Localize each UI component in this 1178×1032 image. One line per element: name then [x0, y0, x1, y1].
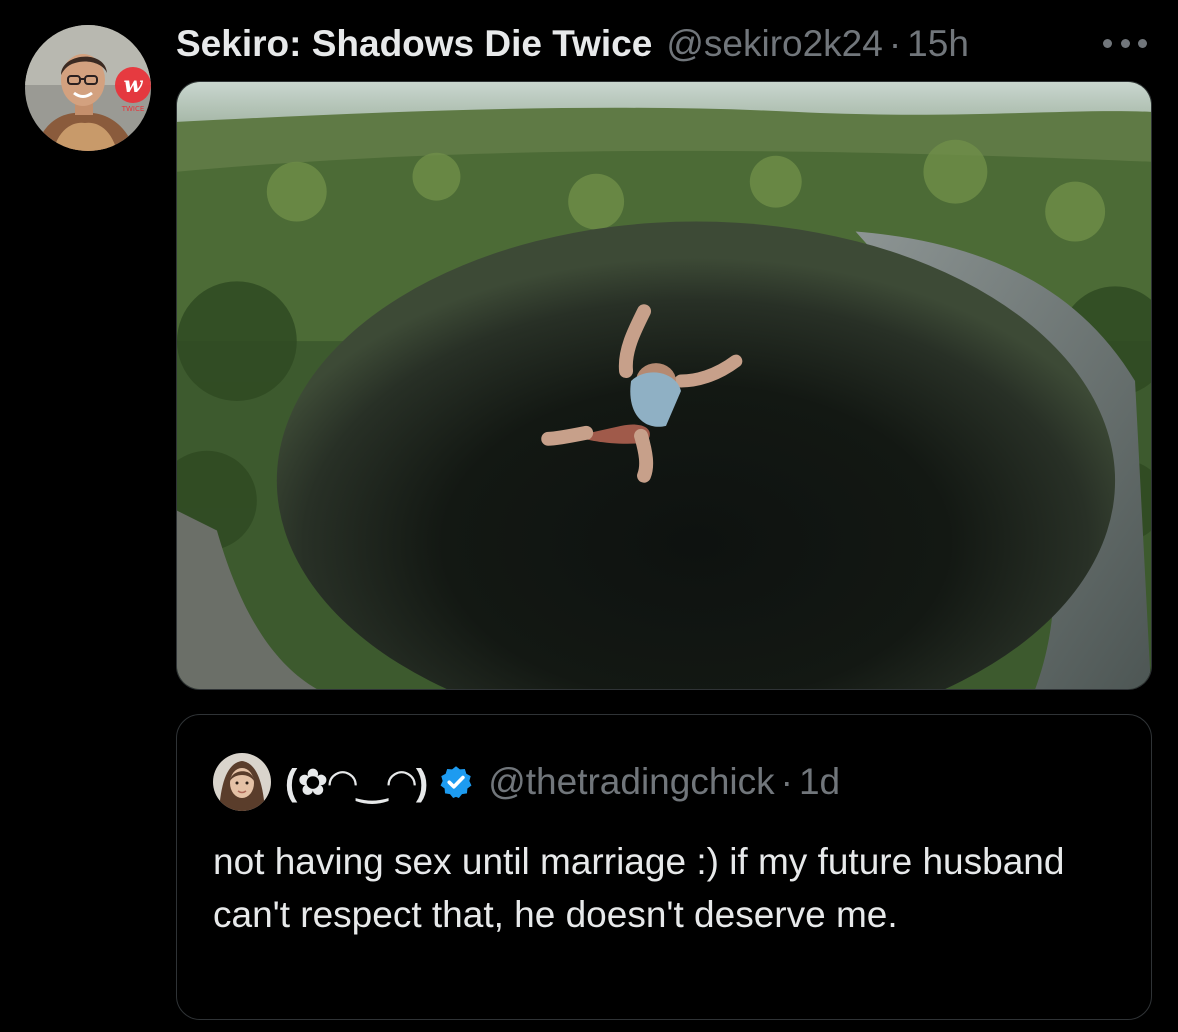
quoted-tweet-text: not having sex until marriage :) if my f… [213, 841, 1065, 935]
author-avatar[interactable]: w TWICE [25, 25, 151, 151]
profile-avatar-icon: w TWICE [25, 25, 151, 151]
more-options-icon[interactable] [1103, 30, 1147, 56]
quoted-author-avatar[interactable] [213, 753, 271, 811]
author-handle[interactable]: @sekiro2k24 [666, 23, 883, 65]
svg-text:w: w [124, 72, 144, 98]
tweet-header: Sekiro: Shadows Die Twice @sekiro2k24 · … [176, 20, 1136, 68]
verified-badge-icon [438, 764, 474, 800]
quoted-tweet-timestamp[interactable]: 1d [799, 761, 840, 803]
quoted-header-separator: · [780, 761, 793, 802]
tweet-media-image[interactable] [176, 81, 1152, 690]
svg-text:TWICE: TWICE [121, 105, 145, 113]
header-separator: · [888, 23, 902, 64]
author-display-name[interactable]: Sekiro: Shadows Die Twice [176, 23, 652, 65]
quoted-author-display-name[interactable]: (✿◠‿◠) [285, 761, 428, 804]
tweet-timestamp[interactable]: 15h [907, 23, 969, 65]
sinkhole-photo-icon [177, 82, 1151, 689]
quoted-author-handle[interactable]: @thetradingchick [488, 761, 774, 803]
quoted-tweet-card[interactable]: (✿◠‿◠) @thetradingchick · 1d not having … [176, 714, 1152, 1020]
quoted-avatar-icon [213, 753, 271, 811]
quoted-tweet-header: (✿◠‿◠) @thetradingchick · 1d [285, 753, 840, 811]
